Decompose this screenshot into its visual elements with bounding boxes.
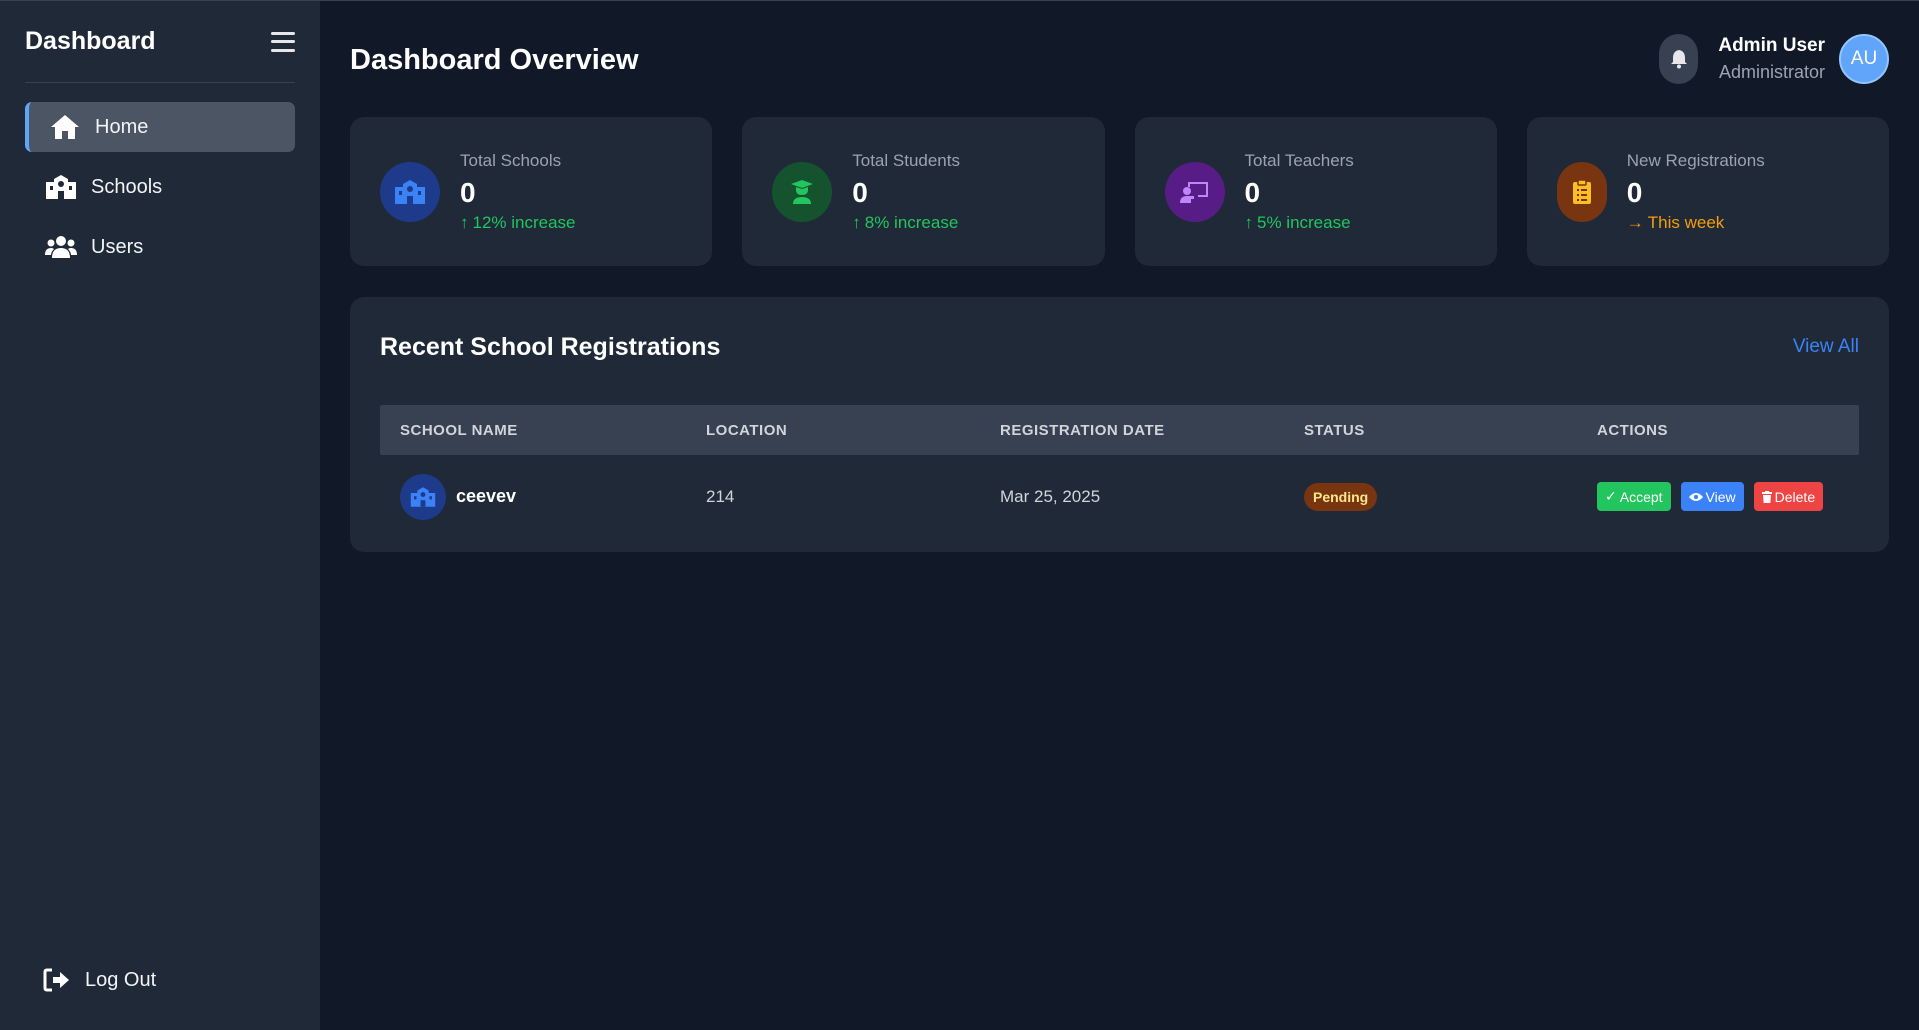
stat-card-schools: Total Schools 0 ↑ 12% increase [350, 117, 713, 266]
arrow-right-icon: → [1626, 212, 1644, 232]
stat-label: Total Teachers [1244, 150, 1354, 170]
arrow-up-icon: ↑ [1244, 212, 1254, 232]
actions-cell: ✓ Accept View Delete [1577, 482, 1859, 511]
registrations-table: SCHOOL NAME LOCATION REGISTRATION DATE S… [380, 405, 1859, 538]
sidebar-item-label: Users [91, 235, 144, 258]
stat-value: 0 [1626, 176, 1643, 208]
user-info: Admin User Administrator [1718, 35, 1825, 83]
sidebar-nav: Home Schools Users [25, 102, 295, 272]
logout-icon [43, 968, 71, 992]
clipboard-icon [1556, 161, 1607, 222]
stat-card-registrations: New Registrations 0 → This week [1526, 117, 1889, 266]
eye-icon [1688, 492, 1703, 501]
table-row: ceevev 214 Mar 25, 2025 Pending ✓ Accept … [380, 455, 1859, 538]
sidebar: Dashboard Home Schools Users Log Out [0, 1, 320, 1030]
column-header: REGISTRATION DATE [1000, 421, 1165, 439]
trash-icon [1761, 490, 1772, 503]
stat-trend: ↑ 5% increase [1244, 212, 1351, 232]
school-icon [45, 173, 77, 201]
recent-registrations-panel: Recent School Registrations View All SCH… [350, 297, 1889, 552]
check-icon: ✓ [1605, 488, 1617, 504]
bell-icon [1670, 50, 1687, 69]
sidebar-item-label: Home [95, 115, 149, 138]
delete-button[interactable]: Delete [1753, 482, 1824, 511]
stat-trend: ↑ 12% increase [460, 212, 576, 232]
users-icon [45, 233, 77, 261]
logout-label: Log Out [85, 968, 157, 991]
teacher-icon [1164, 161, 1225, 222]
sidebar-item-label: Schools [91, 175, 163, 198]
sidebar-header: Dashboard [25, 1, 295, 83]
arrow-up-icon: ↑ [852, 212, 861, 232]
stat-label: New Registrations [1626, 150, 1765, 170]
date-cell: Mar 25, 2025 [1000, 486, 1101, 506]
sidebar-title: Dashboard [25, 27, 156, 55]
menu-toggle-icon[interactable] [271, 31, 295, 52]
home-icon [49, 113, 81, 141]
page-title: Dashboard Overview [350, 43, 639, 76]
user-role: Administrator [1718, 62, 1825, 82]
location-cell: 214 [706, 486, 735, 506]
stat-value: 0 [1244, 176, 1261, 208]
stat-trend: → This week [1626, 212, 1725, 232]
school-name: ceevev [456, 486, 517, 506]
stat-trend: ↑ 8% increase [852, 212, 959, 232]
app-root: Dashboard Home Schools Users Log Out Das… [0, 0, 1919, 1030]
avatar[interactable]: AU [1839, 34, 1889, 84]
arrow-up-icon: ↑ [460, 212, 469, 232]
logout-button[interactable]: Log Out [43, 968, 156, 992]
table-header: SCHOOL NAME LOCATION REGISTRATION DATE S… [380, 405, 1859, 455]
stat-value: 0 [852, 176, 868, 208]
stats-row: Total Schools 0 ↑ 12% increase Total Stud… [350, 117, 1889, 266]
stat-card-teachers: Total Teachers 0 ↑ 5% increase [1134, 117, 1497, 266]
stat-value: 0 [460, 176, 476, 208]
stat-label: Total Students [852, 150, 960, 170]
panel-title: Recent School Registrations [380, 332, 721, 361]
status-cell: Pending [1284, 482, 1577, 511]
topbar: Dashboard Overview Admin User Administra… [350, 1, 1889, 117]
accept-button[interactable]: ✓ Accept [1597, 482, 1671, 511]
notifications-button[interactable] [1659, 34, 1699, 84]
column-header: LOCATION [706, 421, 788, 439]
main-content: Dashboard Overview Admin User Administra… [320, 1, 1919, 1030]
school-name-cell: ceevev [380, 473, 686, 520]
status-badge: Pending [1304, 482, 1378, 511]
graduate-icon [772, 161, 833, 222]
view-all-link[interactable]: View All [1793, 336, 1859, 358]
stat-card-students: Total Students 0 ↑ 8% increase [742, 117, 1105, 266]
column-header: SCHOOL NAME [400, 421, 518, 439]
column-header: ACTIONS [1597, 421, 1668, 439]
stat-label: Total Schools [460, 150, 562, 170]
sidebar-item-home[interactable]: Home [25, 102, 295, 152]
view-button[interactable]: View [1680, 482, 1744, 511]
school-icon [380, 161, 440, 222]
school-icon [400, 473, 446, 520]
sidebar-item-schools[interactable]: Schools [25, 162, 295, 212]
column-header: STATUS [1304, 421, 1365, 439]
panel-header: Recent School Registrations View All [380, 327, 1859, 367]
user-name: Admin User [1718, 35, 1825, 56]
user-area: Admin User Administrator AU [1659, 34, 1889, 84]
sidebar-item-users[interactable]: Users [25, 222, 295, 272]
